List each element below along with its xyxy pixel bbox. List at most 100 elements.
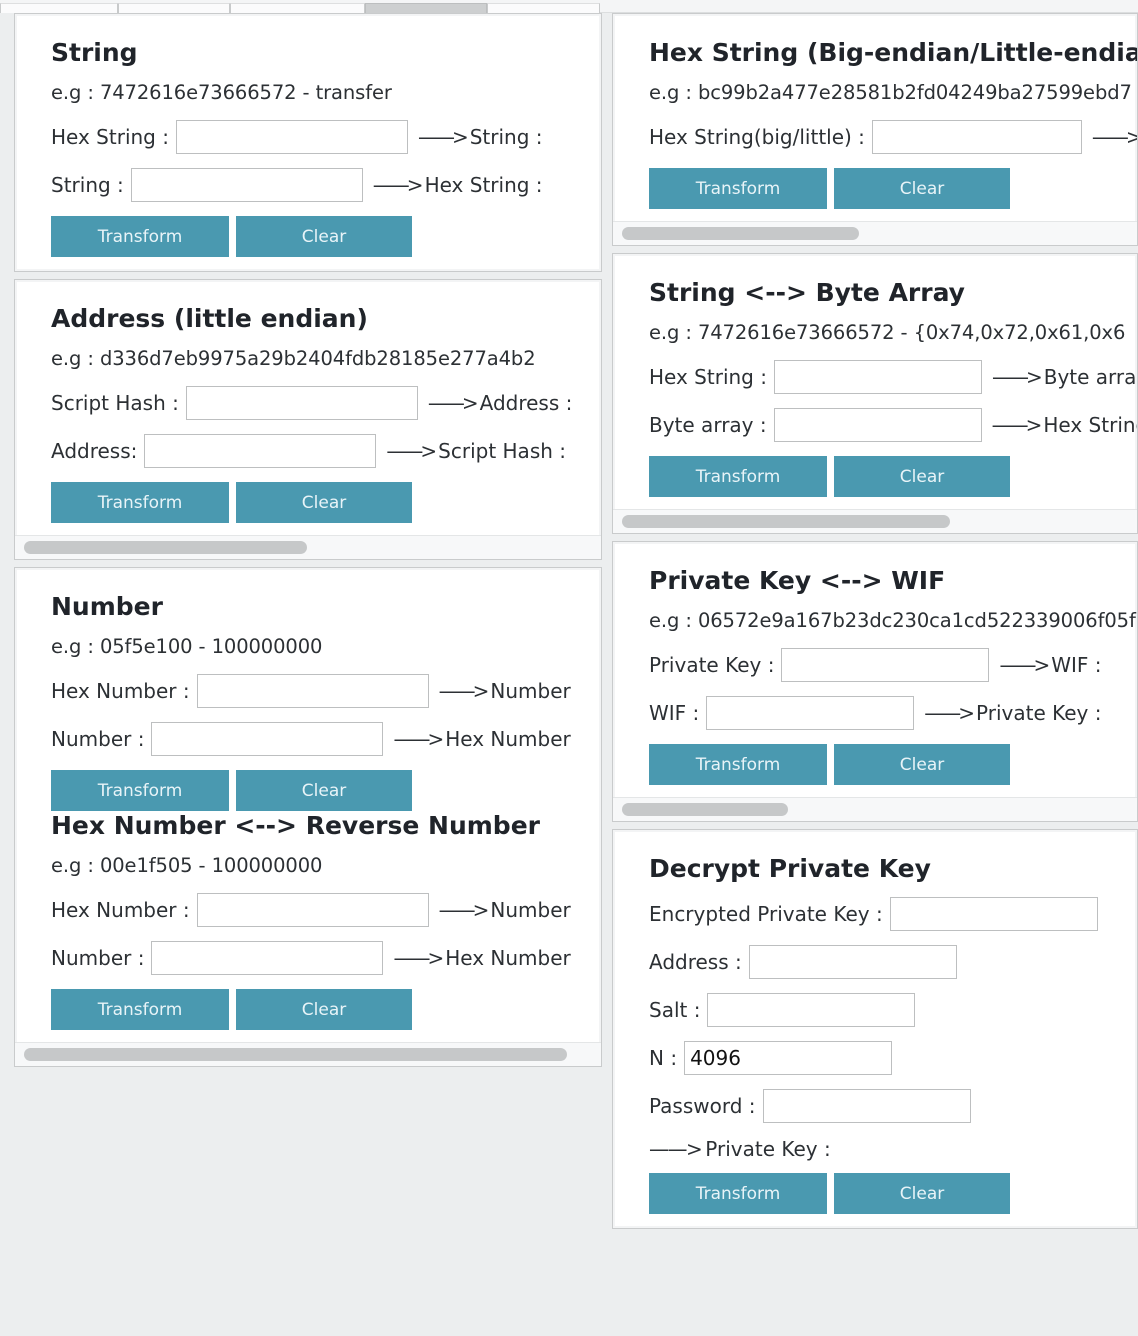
transform-button-string[interactable]: Transform — [51, 216, 229, 257]
field-row: Private Key : ——> WIF : — [649, 648, 1137, 682]
scrollbar-thumb[interactable] — [24, 541, 307, 554]
input-string-2[interactable] — [130, 168, 363, 202]
input-private-key-wif-1[interactable] — [781, 648, 990, 682]
output-hex-number-reverse-number-1-label: Number — [490, 898, 571, 922]
input-address-little-endian-1[interactable] — [185, 386, 418, 420]
example-text-address-little-endian: e.g : d336d7eb9975a29b2404fdb28185e277a4… — [51, 347, 536, 370]
input-private-key-wif-2[interactable] — [706, 696, 915, 730]
output-string-1: ——> String : — [418, 125, 543, 149]
input-decrypt-private-key-2[interactable] — [748, 945, 957, 979]
field-label: WIF : — [649, 701, 700, 725]
horizontal-scrollbar-hex-number-reverse-number[interactable] — [15, 1042, 601, 1066]
field-row: Number : ——> Hex Number — [51, 941, 601, 975]
field-label: Password : — [649, 1094, 756, 1118]
transform-button-number[interactable]: Transform — [51, 770, 229, 811]
field-label: Hex Number : — [51, 679, 190, 703]
field-row: Byte array : ——>Hex String — [649, 408, 1137, 442]
field-row: Encrypted Private Key : — [649, 897, 1137, 931]
browser-tab-3[interactable] — [230, 3, 365, 13]
transform-button-address-little-endian[interactable]: Transform — [51, 482, 229, 523]
browser-tab-2[interactable] — [118, 3, 230, 13]
clear-button-hex-number-reverse-number[interactable]: Clear — [236, 989, 412, 1030]
output-address-little-endian-2-label: Script Hash : — [438, 439, 567, 463]
output-number-2-label: Hex Number — [445, 727, 571, 751]
clear-button-hex-string-endian[interactable]: Clear — [834, 168, 1010, 209]
field-row: Script Hash : ——> Address : — [51, 386, 601, 420]
clear-button-number[interactable]: Clear — [236, 770, 412, 811]
browser-tab-5[interactable] — [487, 3, 600, 13]
transform-button-hex-number-reverse-number[interactable]: Transform — [51, 989, 229, 1030]
result-line-label: Private Key : — [705, 1137, 831, 1161]
panel-title-address-little-endian: Address (little endian) — [51, 304, 368, 333]
field-row: Address: ——> Script Hash : — [51, 434, 601, 468]
arrow-icon: ——> — [649, 1137, 703, 1161]
arrow-icon: ——> — [991, 365, 1043, 389]
panel-body-address-little-endian: Address (little endian) e.g : d336d7eb997… — [15, 280, 601, 535]
field-row: Hex Number : ——> Number — [51, 893, 601, 927]
output-string-2: ——> Hex String : — [373, 173, 543, 197]
field-label: String : — [51, 173, 124, 197]
output-number-2: ——> Hex Number — [393, 727, 570, 751]
button-row: Transform Clear — [51, 989, 601, 1030]
input-address-little-endian-2[interactable] — [144, 434, 377, 468]
clear-button-string-byte-array[interactable]: Clear — [834, 456, 1010, 497]
output-string-byte-array-2: ——>Hex String — [992, 413, 1137, 437]
clear-button-address-little-endian[interactable]: Clear — [236, 482, 412, 523]
input-string-byte-array-1[interactable] — [773, 360, 982, 394]
input-hex-number-reverse-number-2[interactable] — [151, 941, 384, 975]
horizontal-scrollbar-string-byte-array[interactable] — [613, 509, 1137, 533]
output-string-byte-array-1: ——>Byte array — [992, 365, 1137, 389]
clear-button-string[interactable]: Clear — [236, 216, 412, 257]
scrollbar-thumb[interactable] — [622, 227, 859, 240]
button-row: Transform Clear — [51, 770, 601, 811]
horizontal-scrollbar-address-little-endian[interactable] — [15, 535, 601, 559]
input-hex-number-reverse-number-1[interactable] — [196, 893, 429, 927]
browser-tab-1[interactable] — [0, 3, 118, 13]
transform-button-private-key-wif[interactable]: Transform — [649, 744, 827, 785]
button-row: Transform Clear — [51, 482, 601, 523]
arrow-icon: ——> — [386, 439, 437, 463]
transform-button-decrypt-private-key[interactable]: Transform — [649, 1173, 827, 1214]
arrow-icon: ——> — [393, 727, 444, 751]
input-string-byte-array-2[interactable] — [773, 408, 982, 442]
field-label: Private Key : — [649, 653, 775, 677]
panel-title-string-byte-array: String <--> Byte Array — [649, 278, 965, 307]
horizontal-scrollbar-private-key-wif[interactable] — [613, 797, 1137, 821]
field-label: Hex String : — [51, 125, 169, 149]
clear-button-private-key-wif[interactable]: Clear — [834, 744, 1010, 785]
input-decrypt-private-key-1[interactable] — [889, 897, 1098, 931]
output-private-key-wif-1-label: WIF : — [1051, 653, 1102, 677]
scrollbar-thumb[interactable] — [24, 1048, 567, 1061]
scrollbar-thumb[interactable] — [622, 515, 950, 528]
input-decrypt-private-key-3[interactable] — [707, 993, 916, 1027]
arrow-icon: ——> — [417, 125, 469, 149]
field-label: Salt : — [649, 998, 701, 1022]
input-string-1[interactable] — [175, 120, 408, 154]
arrow-icon: ——> — [438, 679, 490, 703]
button-row: Transform Clear — [649, 168, 1137, 209]
browser-tab-4[interactable] — [365, 3, 487, 13]
input-decrypt-private-key-4[interactable] — [684, 1041, 893, 1075]
horizontal-scrollbar-hex-string-endian[interactable] — [613, 221, 1137, 245]
panel-body-number: Number e.g : 05f5e100 - 100000000 Hex Numb… — [15, 568, 601, 1042]
scrollbar-thumb[interactable] — [622, 803, 788, 816]
output-string-byte-array-2-label: Hex String — [1043, 413, 1137, 437]
clear-button-decrypt-private-key[interactable]: Clear — [834, 1173, 1010, 1214]
input-number-2[interactable] — [151, 722, 384, 756]
output-string-2-label: Hex String : — [424, 173, 543, 197]
field-label: Number : — [51, 946, 145, 970]
field-row: Address : — [649, 945, 1137, 979]
transform-button-string-byte-array[interactable]: Transform — [649, 456, 827, 497]
browser-tab-strip[interactable] — [0, 0, 1138, 13]
input-hex-string-endian-1[interactable] — [871, 120, 1082, 154]
field-label: Encrypted Private Key : — [649, 902, 883, 926]
arrow-icon: ——> — [924, 701, 975, 725]
input-number-1[interactable] — [196, 674, 429, 708]
transform-button-hex-string-endian[interactable]: Transform — [649, 168, 827, 209]
input-decrypt-private-key-5[interactable] — [762, 1089, 971, 1123]
panel-title-hex-number-reverse-number: Hex Number <--> Reverse Number — [51, 811, 540, 840]
result-line-decrypt-private-key: ——> Private Key : — [649, 1137, 1137, 1161]
arrow-icon: ——> — [999, 653, 1050, 677]
left-column: String e.g : 7472616e73666572 - transfer H… — [14, 13, 602, 1336]
panel-private-key-wif: Private Key <--> WIF e.g : 06572e9a167b23… — [612, 541, 1138, 822]
